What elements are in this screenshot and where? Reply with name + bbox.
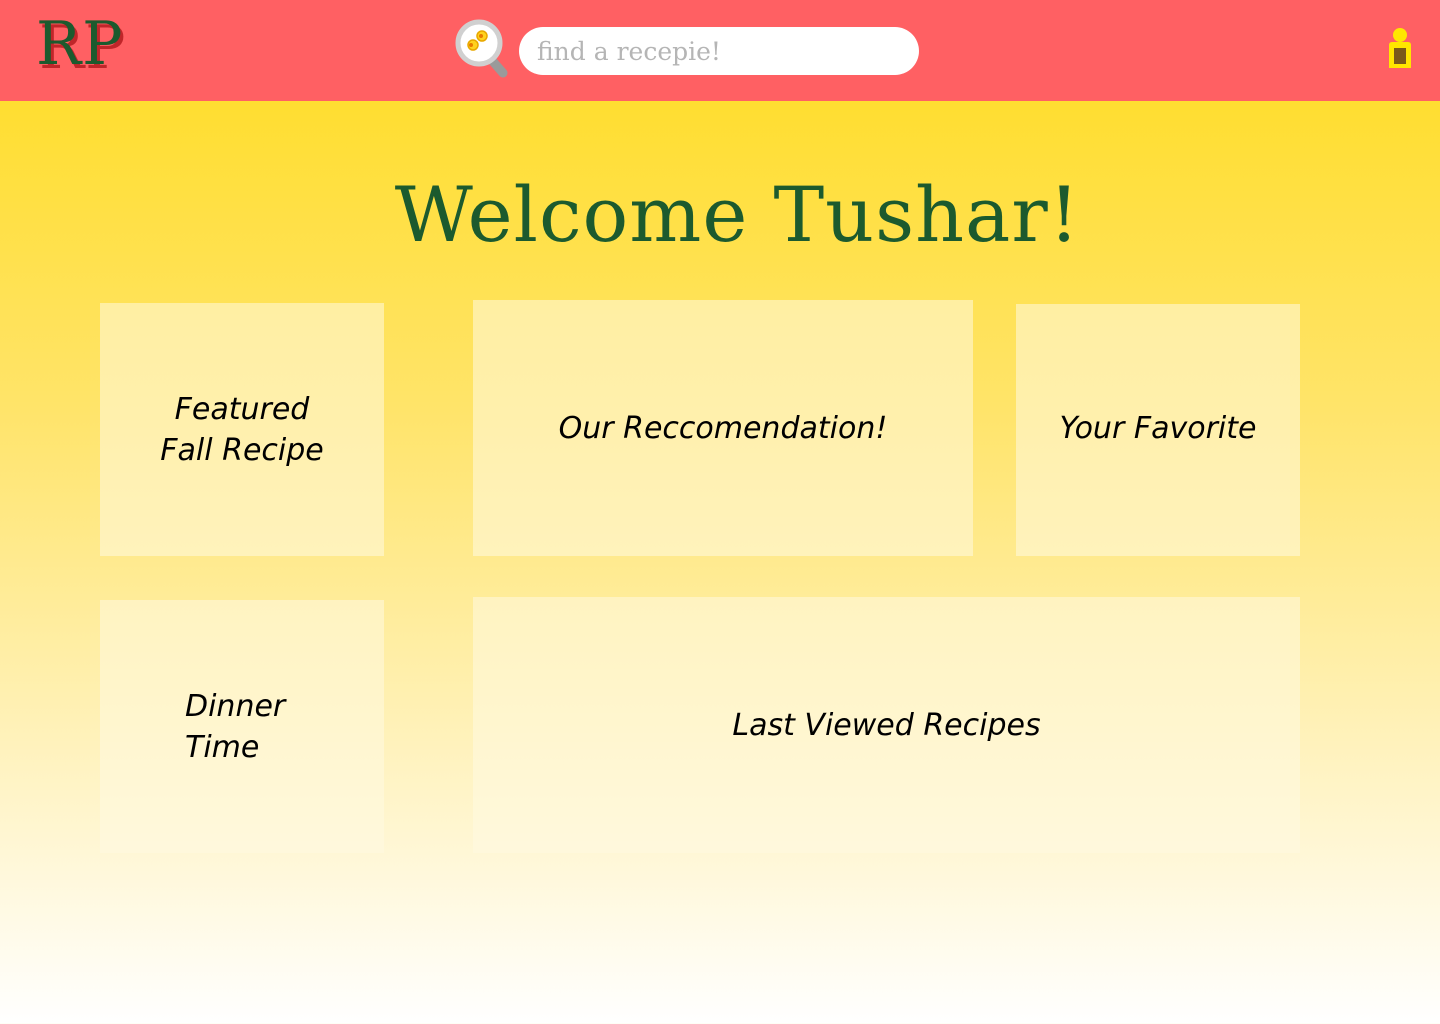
- card-label: Last Viewed Recipes: [732, 707, 1041, 743]
- featured-fall-recipe-card[interactable]: Featured Fall Recipe: [100, 303, 384, 556]
- site-logo[interactable]: RP: [36, 4, 124, 84]
- card-label: Dinner Time: [185, 688, 286, 765]
- search-icon[interactable]: [455, 19, 511, 79]
- user-icon[interactable]: [1386, 27, 1416, 71]
- welcome-heading: Welcome Tushar!: [394, 170, 1081, 259]
- card-label: Featured Fall Recipe: [160, 391, 324, 468]
- search-input[interactable]: [519, 27, 919, 75]
- recommendation-card[interactable]: Our Reccomendation!: [473, 300, 973, 556]
- dinner-time-card[interactable]: Dinner Time: [100, 600, 384, 853]
- card-label: Our Reccomendation!: [558, 410, 888, 446]
- card-label: Your Favorite: [1059, 411, 1257, 446]
- last-viewed-card[interactable]: Last Viewed Recipes: [473, 597, 1300, 853]
- favorite-card[interactable]: Your Favorite: [1016, 304, 1300, 556]
- top-bar: RP: [0, 0, 1440, 101]
